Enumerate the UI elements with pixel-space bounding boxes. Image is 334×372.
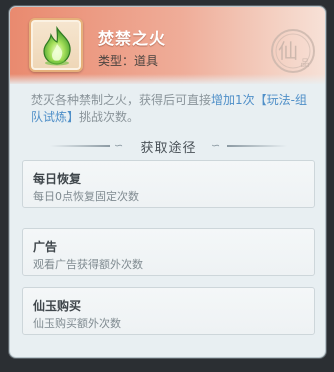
source-description: 仙玉购买额外次数 [33, 317, 121, 330]
seal-character: 仙 [278, 39, 298, 63]
source-advertisement[interactable]: 广告 观看广告获得额外次数 [22, 228, 315, 276]
immortal-seal-icon: 仙 品 [271, 29, 315, 73]
green-flame-icon [43, 26, 71, 66]
source-title: 每日恢复 [33, 172, 82, 186]
section-divider: ∽ 获取途径 ∽ [22, 135, 315, 157]
item-type: 类型：道具 [98, 54, 159, 68]
source-jade-purchase[interactable]: 仙玉购买 仙玉购买额外次数 [22, 287, 315, 335]
item-slot [29, 18, 83, 72]
seal-sub-character: 品 [300, 58, 309, 69]
source-description: 观看广告获得额外次数 [33, 258, 143, 271]
divider-line-right [227, 145, 287, 147]
source-daily-recovery[interactable]: 每日恢复 每日0点恢复固定次数 [22, 160, 315, 208]
source-title: 仙玉购买 [33, 299, 82, 313]
description-text: 焚灭各种禁制之火，获得后可直接 [31, 93, 212, 107]
source-title: 广告 [33, 240, 58, 254]
description-text-end: 挑战次数。 [79, 110, 140, 124]
item-description: 焚灭各种禁制之火，获得后可直接增加1次【玩法-组队试炼】挑战次数。 [31, 92, 316, 126]
divider-ornament-right-icon: ∽ [211, 139, 221, 152]
item-tooltip-panel: 焚禁之火 类型：道具 仙 品 焚灭各种禁制之火，获得后可直接增加1次【玩法-组队… [9, 6, 326, 358]
source-description: 每日0点恢复固定次数 [33, 190, 139, 203]
item-name: 焚禁之火 [98, 29, 167, 48]
